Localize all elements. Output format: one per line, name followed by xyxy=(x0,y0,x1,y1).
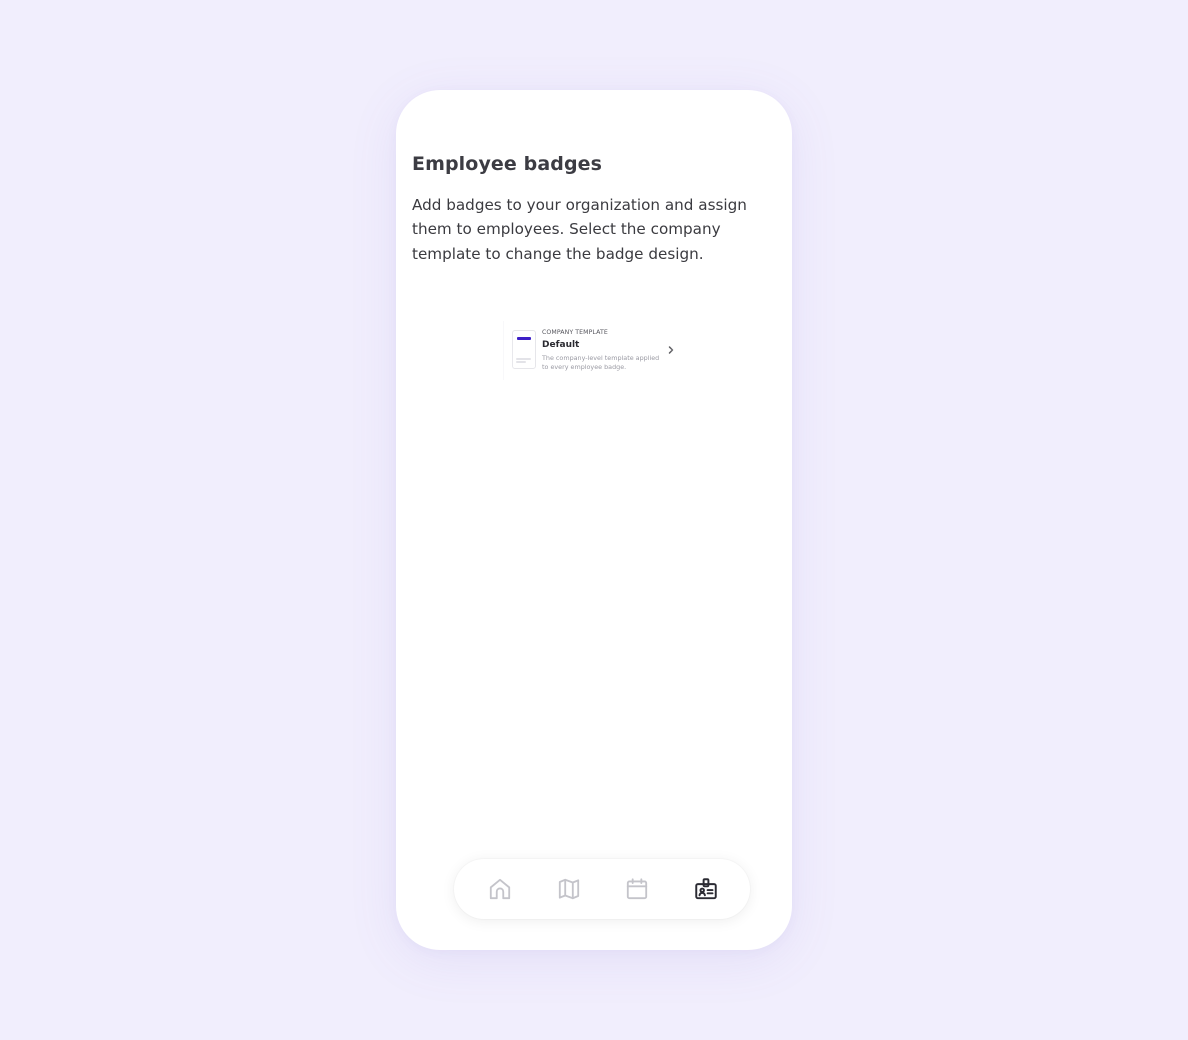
bottom-nav xyxy=(454,859,750,919)
badge-thumbnail xyxy=(512,330,536,369)
id-badge-icon xyxy=(695,878,717,900)
page-title: Employee badges xyxy=(412,153,603,175)
nav-badges-button[interactable] xyxy=(691,874,721,904)
badge-thumbnail-line xyxy=(516,361,526,363)
company-template-card-body: COMPANY TEMPLATE Default The company-lev… xyxy=(503,321,685,380)
page-description: Add badges to your organization and assi… xyxy=(412,196,747,263)
nav-home-button[interactable] xyxy=(485,874,515,904)
home-icon xyxy=(489,878,511,900)
nav-map-button[interactable] xyxy=(554,874,584,904)
badge-thumbnail-accent xyxy=(517,337,531,340)
company-template-card[interactable]: COMPANY TEMPLATE Default The company-lev… xyxy=(503,321,685,380)
nav-calendar-button[interactable] xyxy=(622,874,652,904)
badge-thumbnail-line xyxy=(516,358,531,360)
phone-frame: Employee badges Add badges to your organ… xyxy=(396,90,792,950)
map-icon xyxy=(558,878,580,900)
calendar-icon xyxy=(626,878,648,900)
chevron-right-icon xyxy=(668,346,674,354)
template-eyebrow: COMPANY TEMPLATE xyxy=(542,329,608,336)
template-description: The company-level template applied to ev… xyxy=(542,354,660,371)
template-name: Default xyxy=(542,340,580,350)
